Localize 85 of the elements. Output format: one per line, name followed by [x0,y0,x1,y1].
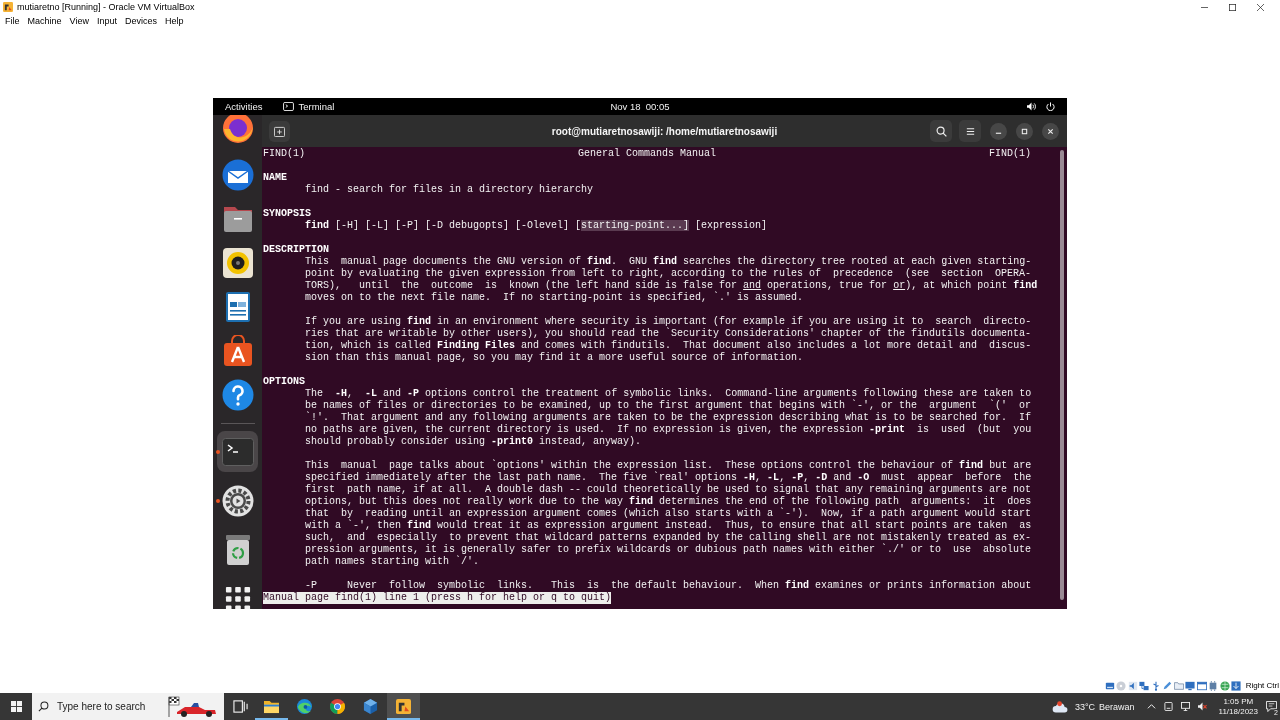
search-input[interactable]: Type here to search [57,701,161,712]
section-heading: DESCRIPTION [263,244,329,256]
taskbar-app-button[interactable] [387,693,420,720]
terminal-icon [221,435,254,468]
clock-button[interactable]: Nov 18 00:05 [610,98,670,115]
four-squares-icon [10,701,22,712]
help-icon [221,379,254,411]
minimize-button[interactable] [990,122,1007,140]
speaker-icon [1127,680,1138,691]
dock-launcher[interactable] [221,379,254,411]
app-menu-button[interactable]: Terminal [283,98,335,115]
cube-icon [363,699,378,714]
window-icon [1196,680,1207,691]
race-car-illustration [167,695,217,718]
maximize-button[interactable] [1016,122,1033,140]
dock-launcher[interactable] [221,159,254,191]
man-paragraph: The -H, -L and -P options control the treatment of symbolic links. Command-line arguments following these are taken to be names of files or directories to be examined, up to the first argument that begins with `-', or the argument `(' or `!'. That argument and any following arguments are taken to be the expression describing what is to be searched for. If no paths are given, the current directory is used. If no expression is given, the expression -print is used (but you should probably consider using -print0 instead, anyway). [305,388,1032,448]
section-heading: SYNOPSIS [263,208,311,220]
app-tile-icon [396,699,411,714]
arrow-down-icon [1231,680,1242,691]
chevron-up-icon [1146,702,1156,711]
globe-icon [1219,680,1230,691]
search-icon [935,125,947,137]
close-button[interactable] [1042,122,1059,140]
activities-button[interactable]: Activities [213,98,263,115]
usb-icon [1150,680,1161,691]
section-heading: NAME [263,172,287,184]
speech-bubble-icon [1265,701,1277,712]
host-key-label: Right Ctrl [1245,681,1279,690]
maximize-icon [1228,3,1236,11]
volume-icon [1027,102,1036,111]
man-page-title: FIND(1) [263,148,305,160]
search-button[interactable] [930,120,952,142]
terminal-icon [283,102,295,111]
search-icon [38,701,49,712]
manual-name: General Commands Manual [578,148,716,160]
app-tile-icon [3,2,13,12]
window-title: mutiaretno [Running] - Oracle VM VirtualBox [17,2,195,12]
terminal-title: root@mutiaretnosawiji: /home/mutiaretnosawiji [551,125,778,137]
tablet-icon [1163,702,1173,711]
monitor-icon [1180,702,1190,711]
menu-item[interactable]: View [65,14,93,28]
man-paragraph: find [-H] [-L] [-P] [-D debugopts] [-Olevel] [starting-point...] [expression] [305,220,768,232]
close-icon [1256,3,1264,11]
network-icon [1139,680,1150,691]
clock-button[interactable]: 1:05 PM 11/18/2023 [1214,693,1262,720]
mail-icon [221,159,254,191]
man-paragraph: If you are using find in an environment where security is important (for example if you are using it to search directo- ries that are writable by other users), you should read the `Security Considerations' chapter of the findutils documenta- tion, which is called Finding Files and comes with findutils. That document also includes a lot more detail and discus- sion than this manual page, so you may find it a more useful source of information. [305,316,1032,364]
weather-button[interactable]: 33°C Berawan [1043,693,1143,720]
scrollbar[interactable] [1060,150,1064,600]
dock-launcher[interactable] [221,247,254,279]
new-tab-icon [274,125,285,137]
man-paragraph: This manual page documents the GNU version of find. GNU find searches the directory tree rooted at each given starting- point by evaluating the given expression from left to right, according to the rules of precedence (see section OPERA- TORS), until the outcome is known (the left hand side is false for and operations, true for or), at which point find moves on to the next file name. If no starting-point is specified, `.' is assumed. [305,256,1038,304]
folder-icon [1173,680,1184,691]
gear-icon [221,484,254,517]
app-grid-icon [224,585,251,609]
segmented-circle-icon [330,699,345,714]
menu-item[interactable]: File [1,14,24,28]
section-heading: OPTIONS [263,376,305,388]
folder-icon [264,699,279,714]
speaker-icon [221,247,254,279]
dock-launcher[interactable] [221,335,254,367]
power-icon [1046,102,1055,111]
close-icon [1047,127,1054,135]
menu-item[interactable]: Help [160,14,188,28]
menu-item[interactable]: Devices [120,14,161,28]
task-view-icon [232,699,248,714]
cloud-icon [1051,700,1069,713]
maximize-icon [1021,127,1028,135]
menu-item[interactable]: Input [92,14,121,28]
shopping-bag-icon [221,335,254,367]
monitor-icon [1185,680,1196,691]
chip-icon [1208,680,1219,691]
menu-item[interactable]: Machine [23,14,66,28]
hamburger-menu-icon [964,125,976,137]
speaker-muted-icon [1197,702,1207,711]
pen-icon [1162,680,1173,691]
wave-circle-icon [297,699,312,714]
man-paragraph: find - search for files in a directory hierarchy [305,184,594,196]
new-tab-button[interactable] [269,120,290,142]
disc-icon [1116,680,1127,691]
man-paragraph: -P Never follow symbolic links. This is the default behaviour. When find examines or prints information about [305,580,1032,592]
menu-button[interactable] [959,120,981,142]
man-paragraph: This manual page talks about `options' within the expression list. These options control the behaviour of find but are specified immediately after the last path name. The five `real' options -H, -L, -P, -D and -O must appear before the first path name, if at all. A double dash -- could theoretically be used to signal that any remaining arguments are not options, but this does not really work due to the way find determines the end of the following path arguments: it does that by reading until an expression argument comes (which also starts with a `-'). Now, if a path argument would start with a `-', then find would treat it as expression argument instead. Thus, to ensure that all start points are taken as such, and especially to prevent that wildcard patterns expanded by the calling shell are not mistakenly treated as ex- pression arguments, it is generally safer to prefix wildcards or dubious path names with either `./' or to use absolute path names starting with `/'. [305,460,1032,568]
man-page-title: FIND(1) [989,148,1031,160]
